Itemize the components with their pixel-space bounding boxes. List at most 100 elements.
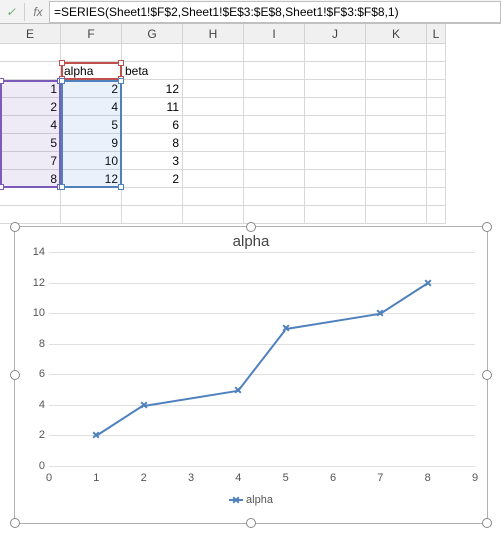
cell[interactable]: 6 (122, 116, 183, 134)
cell[interactable] (183, 80, 244, 98)
cell[interactable] (0, 188, 61, 206)
cell[interactable] (122, 206, 183, 224)
cell[interactable] (0, 62, 61, 80)
chart-legend[interactable]: alpha (15, 494, 487, 506)
data-point-marker[interactable] (140, 401, 148, 409)
cell[interactable] (366, 98, 427, 116)
cell[interactable] (305, 98, 366, 116)
cell[interactable] (427, 134, 446, 152)
cell[interactable] (183, 170, 244, 188)
cell[interactable] (183, 98, 244, 116)
cell[interactable] (244, 170, 305, 188)
column-header[interactable]: G (122, 24, 183, 44)
cell[interactable] (366, 62, 427, 80)
x-tick-label: 0 (46, 472, 52, 484)
cell[interactable] (366, 188, 427, 206)
fx-icon: fx (33, 5, 42, 19)
cell[interactable] (244, 152, 305, 170)
cell[interactable]: 3 (122, 152, 183, 170)
cell[interactable] (244, 206, 305, 224)
cell[interactable] (0, 44, 61, 62)
data-point-marker[interactable] (282, 324, 290, 332)
fx-button[interactable]: fx (27, 1, 49, 23)
resize-handle[interactable] (10, 222, 20, 232)
formula-accept-button[interactable]: ✓ (0, 1, 22, 23)
cell[interactable] (305, 62, 366, 80)
column-header[interactable]: I (244, 24, 305, 44)
cell[interactable] (305, 152, 366, 170)
cell[interactable] (305, 206, 366, 224)
cell[interactable] (366, 44, 427, 62)
column-header[interactable]: H (183, 24, 244, 44)
cell[interactable]: 12 (122, 80, 183, 98)
cell[interactable] (305, 116, 366, 134)
table-row (0, 44, 501, 62)
column-header[interactable]: K (366, 24, 427, 44)
cell[interactable]: 2 (122, 170, 183, 188)
column-header[interactable]: F (61, 24, 122, 44)
chart-plot-area[interactable]: 024681012140123456789 (49, 252, 475, 466)
cell[interactable] (427, 44, 446, 62)
cell[interactable]: 11 (122, 98, 183, 116)
cell[interactable] (427, 98, 446, 116)
cell[interactable] (366, 170, 427, 188)
cell[interactable] (427, 152, 446, 170)
cell[interactable] (183, 152, 244, 170)
chart-object[interactable]: alpha 024681012140123456789 alpha (14, 226, 488, 524)
cell[interactable] (183, 62, 244, 80)
cell[interactable] (366, 152, 427, 170)
resize-handle[interactable] (482, 518, 492, 528)
cell[interactable] (244, 98, 305, 116)
cell[interactable] (183, 188, 244, 206)
cell[interactable] (427, 62, 446, 80)
column-header[interactable]: E (0, 24, 61, 44)
cell[interactable] (183, 206, 244, 224)
data-point-marker[interactable] (424, 279, 432, 287)
data-point-marker[interactable] (92, 431, 100, 439)
formula-input[interactable] (49, 1, 501, 23)
cell[interactable] (0, 206, 61, 224)
resize-handle[interactable] (482, 222, 492, 232)
resize-handle[interactable] (482, 370, 492, 380)
cell[interactable] (244, 134, 305, 152)
cell[interactable] (427, 80, 446, 98)
cell[interactable] (427, 188, 446, 206)
cell[interactable] (427, 116, 446, 134)
divider (24, 3, 25, 21)
data-point-marker[interactable] (376, 309, 384, 317)
cell[interactable] (61, 44, 122, 62)
cell[interactable] (183, 116, 244, 134)
cell[interactable] (244, 116, 305, 134)
cell[interactable] (122, 188, 183, 206)
cell[interactable] (366, 134, 427, 152)
cell[interactable] (61, 206, 122, 224)
cell[interactable]: 8 (122, 134, 183, 152)
data-point-marker[interactable] (234, 386, 242, 394)
resize-handle[interactable] (246, 222, 256, 232)
cell[interactable] (305, 134, 366, 152)
cell[interactable] (244, 188, 305, 206)
cell[interactable] (305, 188, 366, 206)
cell[interactable] (61, 188, 122, 206)
cell[interactable]: beta (122, 62, 183, 80)
cell[interactable] (122, 44, 183, 62)
cell[interactable] (305, 80, 366, 98)
resize-handle[interactable] (10, 518, 20, 528)
cell[interactable] (366, 80, 427, 98)
cell[interactable] (366, 206, 427, 224)
column-header[interactable]: J (305, 24, 366, 44)
cell[interactable] (305, 170, 366, 188)
column-header[interactable]: L (427, 24, 446, 44)
cell[interactable] (183, 134, 244, 152)
cell[interactable] (305, 44, 366, 62)
cell[interactable] (366, 116, 427, 134)
cell[interactable] (427, 170, 446, 188)
cell[interactable] (183, 44, 244, 62)
cell[interactable] (244, 80, 305, 98)
cell[interactable] (244, 44, 305, 62)
legend-item[interactable]: alpha (229, 494, 273, 506)
cell[interactable] (244, 62, 305, 80)
resize-handle[interactable] (246, 518, 256, 528)
spreadsheet-grid[interactable]: E F G H I J K L alpha beta 1 2 12 2 4 11… (0, 24, 501, 224)
cell[interactable] (427, 206, 446, 224)
